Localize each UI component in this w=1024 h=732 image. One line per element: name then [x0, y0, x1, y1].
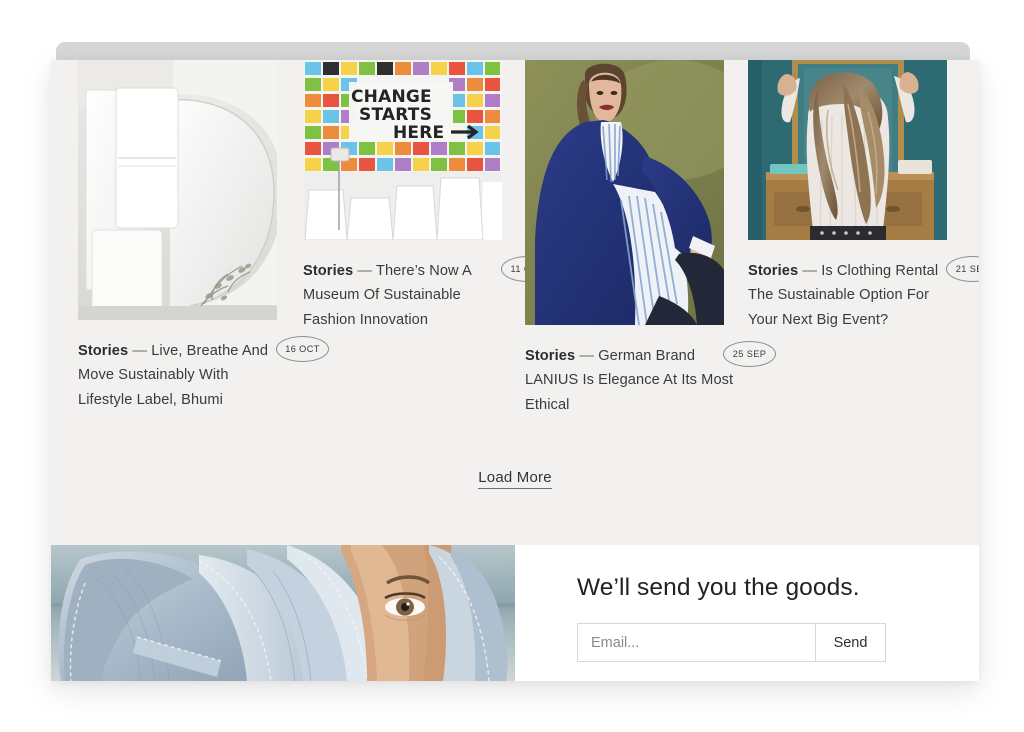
svg-text:CHANGE: CHANGE	[351, 87, 432, 107]
story-separator: —	[132, 343, 148, 359]
story-title: Stories — Live, Breathe And Move Sustain…	[78, 339, 277, 412]
denim-jacket-woman-ocean-photo	[51, 545, 515, 681]
story-text-block: 21 SEP Stories — Is Clothing Rental The …	[748, 240, 979, 332]
send-button[interactable]: Send	[815, 624, 885, 661]
story-card[interactable]: 25 SEP Stories — German Brand LANIUS Is …	[525, 60, 776, 417]
stories-grid: 16 OCT Stories — Live, Breathe And Move …	[51, 60, 979, 484]
story-card[interactable]: 16 OCT Stories — Live, Breathe And Move …	[78, 60, 329, 412]
story-title: Stories — Is Clothing Rental The Sustain…	[748, 259, 960, 332]
story-category: Stories	[525, 348, 576, 364]
status-badge: 16 OCT	[276, 336, 329, 362]
story-card[interactable]: CHANGE STARTS HERE 11 Stories — There’s …	[303, 60, 554, 332]
svg-text:HERE: HERE	[393, 123, 444, 143]
model-navy-sweater-photo[interactable]	[525, 60, 724, 325]
story-card[interactable]: 21 SEP Stories — Is Clothing Rental The …	[748, 60, 979, 332]
load-more-button[interactable]: Load More	[478, 469, 552, 489]
story-text-block: 11 OCT Stories — There’s Now A Museum Of…	[303, 240, 554, 332]
change-starts-here-sticky-note-wall-photo[interactable]: CHANGE STARTS HERE	[303, 60, 502, 240]
story-title: Stories — German Brand LANIUS Is Eleganc…	[525, 344, 737, 417]
story-separator: —	[579, 348, 595, 364]
story-text-block: 25 SEP Stories — German Brand LANIUS Is …	[525, 325, 776, 417]
newsletter-heading: We’ll send you the goods.	[577, 574, 860, 601]
woman-at-vanity-mirror-photo[interactable]	[748, 60, 947, 240]
story-title: Stories — There’s Now A Museum Of Sustai…	[303, 259, 502, 332]
newsletter-signup-form: We’ll send you the goods. Send	[515, 545, 979, 681]
story-text-block: 16 OCT Stories — Live, Breathe And Move …	[78, 320, 329, 412]
load-more-container: Load More	[51, 469, 979, 489]
story-category: Stories	[748, 263, 799, 279]
newsletter-section: We’ll send you the goods. Send	[51, 545, 979, 681]
webpage-viewport: 16 OCT Stories — Live, Breathe And Move …	[51, 60, 979, 681]
story-category: Stories	[303, 263, 354, 279]
story-separator: —	[802, 263, 818, 279]
screenshot-root: 16 OCT Stories — Live, Breathe And Move …	[0, 0, 1024, 732]
signup-input-group: Send	[577, 623, 886, 662]
email-field[interactable]	[578, 624, 815, 661]
status-badge: 25 SEP	[723, 341, 776, 367]
story-category: Stories	[78, 343, 129, 359]
story-separator: —	[357, 263, 373, 279]
svg-text:STARTS: STARTS	[359, 105, 432, 125]
white-towels-bathtub-photo[interactable]	[78, 60, 277, 320]
